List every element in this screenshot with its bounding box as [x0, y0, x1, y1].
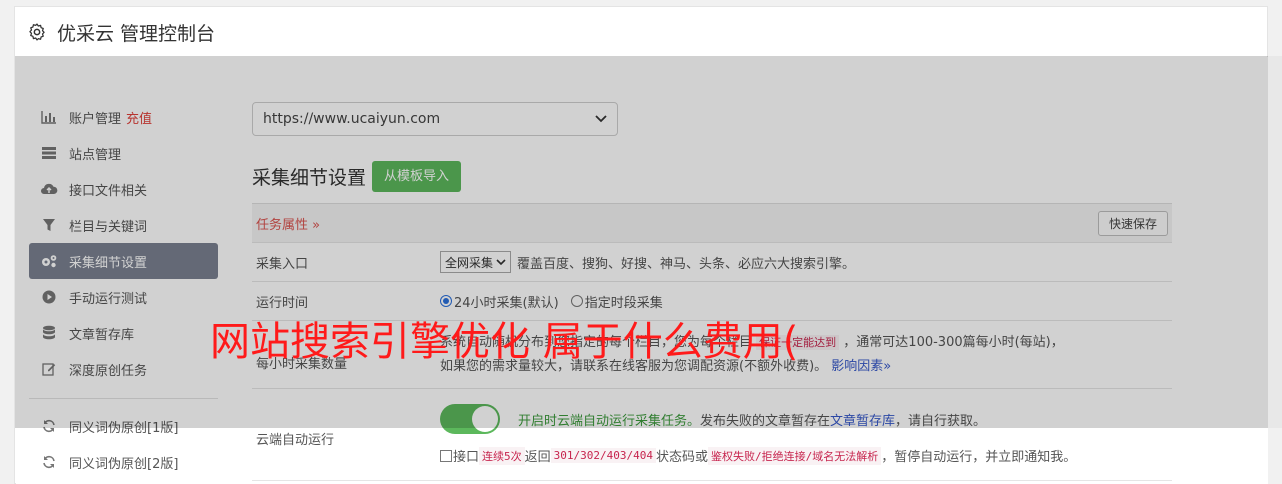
modal-shade [15, 56, 1268, 428]
cloud-line-2: 接口 连续5次 返回 301/302/403/404 状态码或 鉴权失败/拒绝连… [440, 446, 1076, 465]
refresh-icon [40, 453, 58, 471]
pause-checkbox[interactable] [440, 449, 452, 462]
overlay-headline: 网站搜索引擎优化 属于什么费用( [210, 319, 799, 365]
scrollbar-track[interactable] [1268, 56, 1282, 428]
cloud-line2-b: 返回 [524, 450, 551, 465]
cloud-code-2: 301/302/403/404 [550, 448, 656, 463]
page-title: 优采云 管理控制台 [57, 22, 216, 45]
cloud-code-1: 连续5次 [479, 446, 525, 465]
cloud-line2-d: ，暂停自动运行，并立即通知我。 [881, 450, 1077, 465]
panel-header: 优采云 管理控制台 [15, 7, 1267, 57]
cloud-line2-c: 状态码或 [656, 450, 709, 465]
sidebar-item-label: 同义词伪原创[2版] [69, 456, 179, 472]
sidebar-item-synonym-v2[interactable]: 同义词伪原创[2版] [29, 444, 218, 480]
gear-icon [29, 23, 45, 41]
cloud-line2-a: 接口 [453, 450, 480, 465]
cloud-code-3: 鉴权失败/拒绝连接/域名无法解析 [708, 446, 882, 465]
